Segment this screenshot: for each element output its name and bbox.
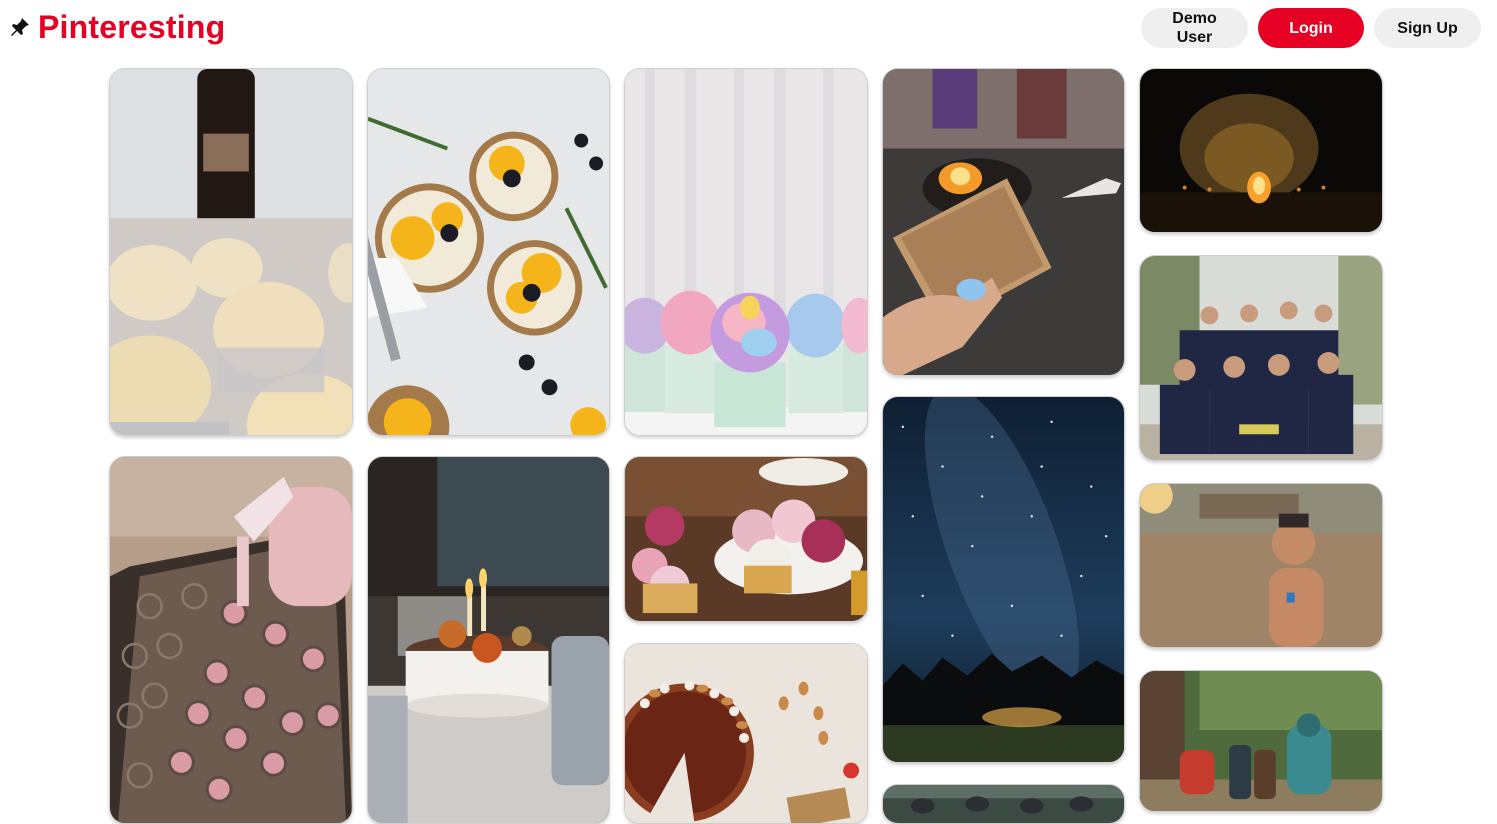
- pin-macarons[interactable]: [109, 456, 353, 824]
- pin-flower-cupcakes[interactable]: [624, 456, 868, 622]
- pin-image: [883, 69, 1124, 375]
- pin-image: [110, 457, 352, 823]
- pin-image: [1140, 671, 1382, 811]
- pin-image: [625, 644, 867, 823]
- pin-image: [368, 457, 609, 823]
- pin-image: [1140, 484, 1382, 647]
- pushpin-icon: [8, 15, 32, 39]
- top-nav: Pinteresting Demo User Login Sign Up: [0, 0, 1497, 58]
- pin-image: [625, 457, 867, 621]
- pin-softball-team[interactable]: [1139, 255, 1383, 461]
- pin-image: [1140, 256, 1382, 460]
- pin-image: [1140, 69, 1382, 232]
- pin-image: [883, 397, 1124, 762]
- pin-image: [625, 69, 867, 435]
- pin-boy-sunset[interactable]: [1139, 483, 1383, 648]
- pin-smores-campfire[interactable]: [882, 68, 1125, 376]
- pin-image: [368, 69, 609, 435]
- pin-pecan-pie[interactable]: [624, 643, 868, 824]
- pin-cupcakes-bottle[interactable]: [109, 68, 353, 436]
- pin-campsite-group[interactable]: [882, 784, 1125, 824]
- pin-bonfire[interactable]: [1139, 68, 1383, 233]
- pin-citrus-tarts[interactable]: [367, 68, 610, 436]
- signup-button[interactable]: Sign Up: [1374, 8, 1481, 48]
- pin-image: [110, 69, 352, 435]
- demo-user-button[interactable]: Demo User: [1141, 8, 1248, 48]
- pin-pastel-cupcakes[interactable]: [624, 68, 868, 436]
- logo-link[interactable]: Pinteresting: [8, 8, 225, 46]
- pin-milky-way[interactable]: [882, 396, 1125, 763]
- app-title: Pinteresting: [38, 9, 226, 45]
- pin-hikers[interactable]: [1139, 670, 1383, 812]
- login-button[interactable]: Login: [1258, 8, 1364, 48]
- pin-image: [883, 785, 1124, 823]
- pin-birthday-cake[interactable]: [367, 456, 610, 824]
